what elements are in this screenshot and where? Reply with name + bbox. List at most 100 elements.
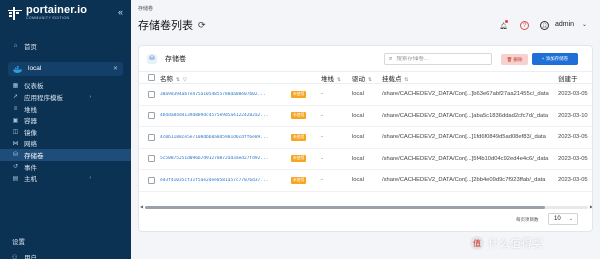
row-checkbox[interactable]: [148, 90, 155, 98]
volumes-card: ⛁ 存储卷 ⌕ 🗑︎ 删除 + 添加存储卷 名称 ⇅ ▽ 堆栈 ⇅ 驱动 ⇅ 挂…: [138, 45, 593, 232]
chevron-down-icon: ⌄: [568, 216, 573, 222]
sidebar-item-label: 应用程序模板: [24, 94, 63, 102]
sidebar-item-label: 堆栈: [24, 106, 37, 114]
sort-icon[interactable]: ⇅: [368, 77, 372, 83]
sort-icon[interactable]: ⇅: [337, 77, 341, 83]
chevron-right-icon[interactable]: ›: [89, 94, 91, 100]
remove-button-label: 删除: [513, 56, 523, 62]
watermark-text: 什么值得买: [488, 238, 543, 250]
sidebar-item-images[interactable]: ◫ 镜像: [0, 126, 131, 138]
notification-dot: [505, 20, 508, 23]
sidebar-item-label: 容器: [24, 118, 37, 126]
items-per-page-value: 10: [554, 216, 561, 222]
sidebar-item-networks[interactable]: ⋈ 网络: [0, 138, 131, 150]
row-checkbox[interactable]: [148, 133, 155, 141]
logo[interactable]: portainer.io COMMUNITY EDITION «: [0, 0, 131, 26]
sidebar-item-containers[interactable]: ▣ 容器: [0, 114, 131, 126]
mount-value: /share/CACHEDEV2_DATA/Con[...]2bb4e09d9c…: [382, 177, 546, 184]
stack-value: -: [321, 112, 323, 119]
close-icon[interactable]: ✕: [113, 65, 118, 72]
row-checkbox[interactable]: [148, 155, 155, 163]
sidebar-item-app-templates[interactable]: ➚ 应用程序模板 ›: [0, 91, 131, 103]
items-per-page-select[interactable]: 10 ⌄: [548, 213, 578, 225]
volume-name-link[interactable]: 30a9d394ab7e475a1054855788da08e07b02...: [160, 92, 278, 97]
sidebar-item-home[interactable]: ⌂ 首页: [0, 40, 131, 52]
scrollbar-thumb[interactable]: [145, 206, 545, 209]
watermark: 值 什么值得买: [470, 235, 543, 251]
sidebar-item-events[interactable]: ↺ 事件: [0, 161, 131, 173]
unused-badge: 未使用: [291, 90, 307, 98]
created-value: 2023-03-05: [558, 177, 588, 184]
column-header-stack[interactable]: 堆栈 ⇅: [321, 73, 341, 83]
sidebar-item-dashboard[interactable]: ▦ 仪表板: [0, 80, 131, 92]
network-icon: ⋈: [12, 140, 19, 147]
volume-name-link[interactable]: 4b4da84d4139d889dc4575e9d5a41224282a2...: [160, 113, 278, 118]
column-header-mount[interactable]: 挂载点 ⇅: [382, 73, 409, 83]
help-icon[interactable]: ?: [520, 21, 529, 30]
sidebar-item-users[interactable]: ⚇ 用户: [12, 252, 37, 259]
sidebar-item-host[interactable]: ▤ 主机 ›: [0, 172, 131, 184]
trash-icon: 🗑︎: [506, 56, 513, 62]
created-value: 2023-03-10: [558, 112, 588, 119]
history-icon: ↺: [12, 164, 19, 171]
watermark-logo-icon: 值: [470, 236, 484, 250]
created-value: 2023-03-05: [558, 155, 588, 162]
scroll-left-icon[interactable]: ◀: [140, 204, 143, 209]
table-row[interactable]: 4c0b1188ce5e7108dbb8a8d5901d6cdff6e89...…: [139, 127, 592, 149]
horizontal-scrollbar[interactable]: ◀ ▶: [139, 204, 592, 210]
environment-selector[interactable]: local ✕: [8, 61, 123, 76]
sidebar-item-label: 主机: [24, 176, 37, 184]
driver-value: local: [352, 155, 364, 162]
table-row[interactable]: 4b4da84d4139d889dc4575e9d5a41224282a2...…: [139, 106, 592, 127]
volume-name-link[interactable]: ed3f41035cf31f5ae2dee8581a57c77076d37...: [160, 178, 278, 183]
refresh-icon[interactable]: ⟳: [198, 20, 206, 31]
logo-edition: COMMUNITY EDITION: [26, 16, 70, 21]
column-header-driver[interactable]: 驱动 ⇅: [352, 73, 372, 83]
search-box[interactable]: ⌕: [384, 53, 492, 65]
server-icon: ▤: [12, 175, 19, 182]
table-row[interactable]: 30a9d394ab7e475a1054855788da08e07b02... …: [139, 84, 592, 106]
scroll-right-icon[interactable]: ▶: [590, 204, 592, 209]
table-row[interactable]: 5c50875251d096b7d91270872ad3aed27fd92...…: [139, 149, 592, 170]
column-name-label: 名称: [160, 75, 173, 83]
remove-button[interactable]: 🗑︎ 删除: [501, 54, 528, 65]
mount-value: /share/CACHEDEV2_DATA/Con[...]aba5c1836d…: [382, 112, 549, 119]
driver-value: local: [352, 112, 364, 119]
stack-value: -: [321, 134, 323, 141]
select-all-checkbox[interactable]: [148, 74, 155, 81]
row-checkbox[interactable]: [148, 176, 155, 184]
search-input[interactable]: [396, 56, 482, 62]
users-icon: ⚇: [12, 254, 18, 259]
sort-icon[interactable]: ⇅: [404, 77, 408, 83]
username[interactable]: admin: [555, 21, 574, 28]
sidebar-item-stacks[interactable]: ≡ 堆栈: [0, 103, 131, 115]
table-row[interactable]: ed3f41035cf31f5ae2dee8581a57c77076d37...…: [139, 170, 592, 192]
filter-icon[interactable]: ▽: [183, 77, 187, 83]
sidebar-item-label: 首页: [24, 43, 37, 51]
chevron-right-icon[interactable]: ›: [89, 175, 91, 181]
chevron-down-icon[interactable]: ⌄: [582, 21, 587, 28]
environment-name: local: [28, 65, 42, 73]
volume-name-link[interactable]: 5c50875251d096b7d91270872ad3aed27fd92...: [160, 156, 278, 161]
sidebar-item-volumes[interactable]: ⛁ 存储卷: [0, 149, 131, 161]
sidebar: portainer.io COMMUNITY EDITION « ⌂ 首页 lo…: [0, 0, 131, 259]
sort-icon[interactable]: ⇅: [176, 77, 180, 83]
box-icon: ▣: [12, 117, 19, 124]
column-header-name[interactable]: 名称 ⇅ ▽: [160, 73, 187, 83]
row-checkbox[interactable]: [148, 112, 155, 120]
breadcrumb[interactable]: 存储卷: [138, 5, 153, 12]
volume-name-link[interactable]: 4c0b1188ce5e7108dbb8a8d5901d6cdff6e89...: [160, 135, 278, 140]
mount-value: /share/CACHEDEV2_DATA/Con[...]5f4b10d04c…: [382, 155, 549, 162]
column-created-label: 创建于: [558, 75, 578, 83]
sidebar-item-label: 存储卷: [24, 152, 44, 160]
search-icon: ⌕: [389, 55, 393, 62]
chevron-double-left-icon[interactable]: «: [118, 7, 123, 17]
column-driver-label: 驱动: [352, 75, 365, 83]
stack-icon: ≡: [13, 105, 18, 112]
stack-value: -: [321, 91, 323, 98]
stack-value: -: [321, 177, 323, 184]
column-header-created[interactable]: 创建于: [558, 73, 578, 83]
unused-badge: 未使用: [291, 155, 307, 163]
user-icon[interactable]: 👤︎: [540, 21, 549, 30]
add-volume-button[interactable]: + 添加存储卷: [532, 53, 578, 65]
